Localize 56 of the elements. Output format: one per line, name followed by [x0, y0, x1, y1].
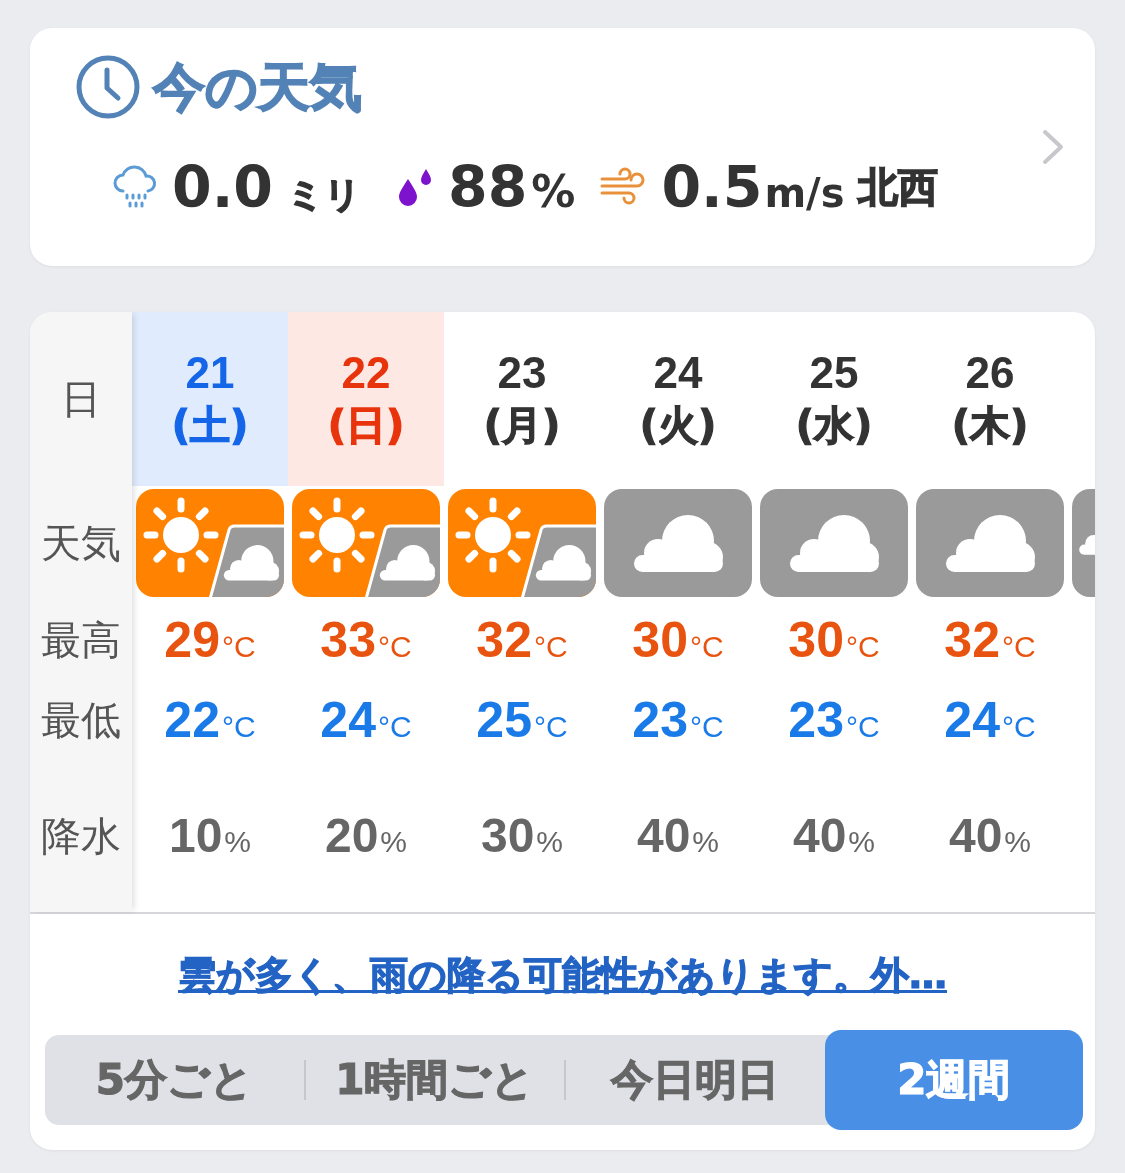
weekday-label: (土): [171, 401, 249, 450]
row-label: 天気: [41, 521, 121, 565]
humidity-reading: 88%: [448, 158, 576, 216]
row-label: 降水: [41, 814, 121, 858]
chevron-right-icon[interactable]: [1041, 128, 1065, 166]
date-number: 26: [965, 347, 1015, 399]
high-temperature: 30°C: [788, 615, 880, 665]
weekday-label: (木): [951, 401, 1029, 450]
row-label: 日: [61, 377, 101, 421]
interval-tab[interactable]: 1時間ごと: [305, 1035, 564, 1125]
cloud-icon: [604, 489, 752, 597]
precipitation-chance: 10%: [168, 812, 252, 860]
date-number: 22: [341, 347, 391, 399]
weekday-label: (日): [327, 401, 405, 450]
water-drops-icon: [396, 167, 434, 207]
high-temperature: 30°C: [632, 615, 724, 665]
wind-direction: 北西: [857, 162, 938, 212]
interval-tab[interactable]: 5分ごと: [45, 1035, 304, 1125]
high-temperature: 33°C: [320, 615, 412, 665]
sun-and-cloud-icon: [292, 489, 440, 597]
date-number: 24: [653, 347, 703, 399]
low-temperature: 23°C: [632, 695, 724, 745]
weekday-label: (月): [483, 401, 561, 450]
low-temperature: 23°C: [788, 695, 880, 745]
rain-cloud-icon: [112, 164, 158, 210]
high-temperature: 29°C: [164, 615, 256, 665]
low-temperature: 24°C: [944, 695, 1036, 745]
row-label: 最低: [41, 698, 121, 742]
sun-and-cloud-icon: [448, 489, 596, 597]
current-weather-title: 今の天気: [153, 56, 362, 118]
weekday-label: (火): [639, 401, 717, 450]
precipitation-chance: 40%: [948, 812, 1032, 860]
rainfall-reading: 0.0 ミリ: [172, 158, 361, 216]
cloud-icon: [760, 489, 908, 597]
precipitation-chance: 40%: [636, 812, 720, 860]
wind-speed-reading: 0.5m/s: [661, 158, 845, 216]
date-number: 23: [497, 347, 547, 399]
row-label: 最高: [41, 618, 121, 662]
date-number: 25: [809, 347, 859, 399]
low-temperature: 25°C: [476, 695, 568, 745]
low-temperature: 24°C: [320, 695, 412, 745]
sun-and-cloud-icon: [136, 489, 284, 597]
precipitation-chance: 30%: [480, 812, 564, 860]
date-number: 21: [185, 347, 235, 399]
low-temperature: 22°C: [164, 695, 256, 745]
interval-tab[interactable]: 2週間: [824, 1030, 1083, 1130]
cloud-icon: [916, 489, 1064, 597]
high-temperature: 32°C: [944, 615, 1036, 665]
current-weather-card[interactable]: 今の天気 0.0 ミリ 88% 0.5m/s 北西: [30, 28, 1095, 266]
precipitation-chance: 20%: [324, 812, 408, 860]
clock-icon: [76, 55, 140, 119]
high-temperature: 32°C: [476, 615, 568, 665]
weekday-label: (水): [795, 401, 873, 450]
precipitation-chance: 40%: [792, 812, 876, 860]
forecast-summary-link[interactable]: 雲が多く、雨の降る可能性があります。外…: [178, 950, 947, 1000]
interval-tab[interactable]: 今日明日: [566, 1035, 825, 1125]
